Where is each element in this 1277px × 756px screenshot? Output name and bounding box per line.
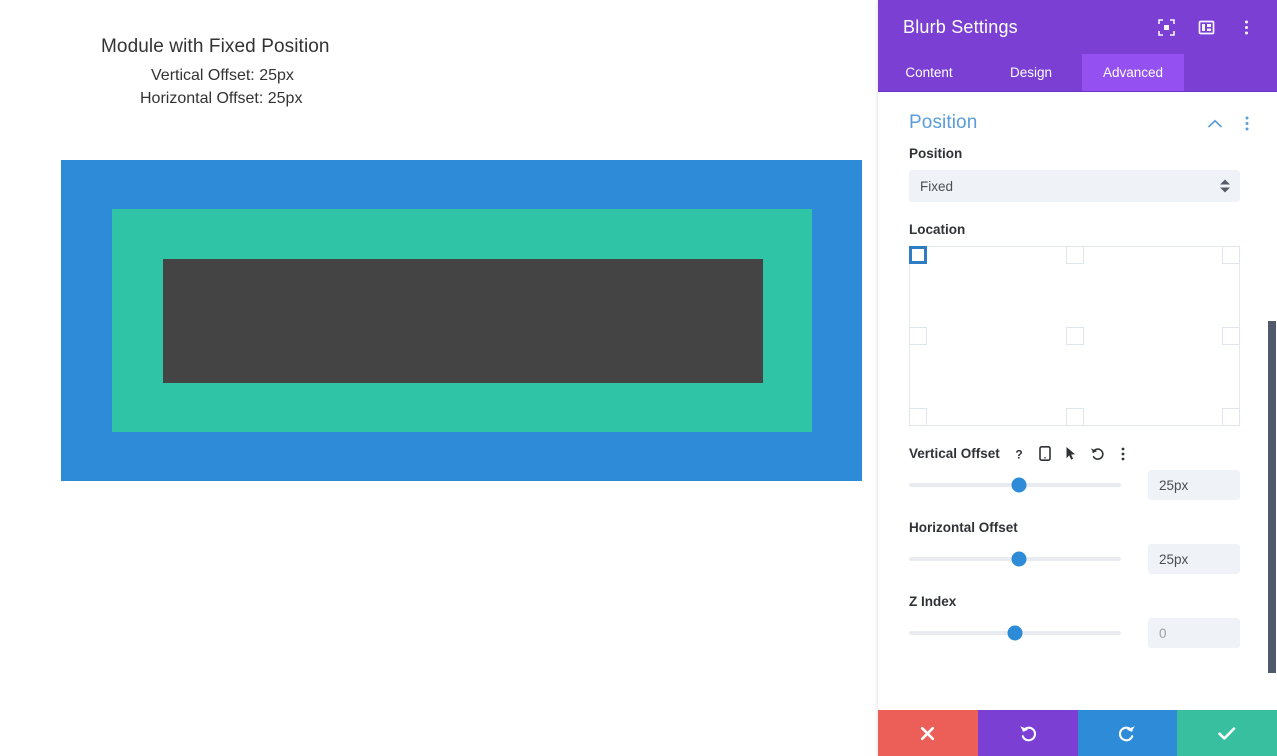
slider-track (909, 557, 1121, 561)
horizontal-offset-input[interactable]: 25px (1148, 544, 1240, 574)
preview-horizontal-offset-text: Horizontal Offset: 25px (140, 90, 302, 108)
panel-title: Blurb Settings (903, 17, 1157, 38)
layout-icon[interactable] (1197, 18, 1215, 36)
app-screen: Module with Fixed Position Vertical Offs… (0, 0, 1277, 756)
cancel-button[interactable] (878, 710, 978, 756)
location-cell-bottom-right[interactable] (1222, 408, 1240, 426)
location-cell-bottom-left[interactable] (909, 408, 927, 426)
position-label: Position (909, 146, 1240, 161)
horizontal-offset-label-text: Horizontal Offset (909, 520, 1018, 535)
z-index-label-text: Z Index (909, 594, 956, 609)
tab-design[interactable]: Design (980, 54, 1082, 91)
page-title: Module with Fixed Position (101, 36, 330, 58)
preview-middle-row[interactable] (112, 209, 812, 432)
z-index-slider[interactable] (909, 621, 1121, 645)
section-controls (1207, 115, 1255, 131)
settings-panel: Blurb Settings (878, 0, 1277, 756)
focus-icon[interactable] (1157, 18, 1175, 36)
chevron-up-icon[interactable] (1207, 115, 1223, 131)
redo-icon (1117, 723, 1137, 743)
field-position: Position Fixed (878, 146, 1277, 202)
close-icon (919, 725, 936, 742)
more-options-icon[interactable] (1116, 446, 1131, 461)
position-section-header: Position (878, 92, 1277, 146)
location-cell-middle-left[interactable] (909, 327, 927, 345)
horizontal-offset-slider-row: 25px (909, 544, 1240, 574)
undo-icon (1018, 723, 1038, 743)
redo-button[interactable] (1078, 710, 1178, 756)
location-cell-middle-right[interactable] (1222, 327, 1240, 345)
field-vertical-offset: Vertical Offset ? (878, 446, 1277, 500)
slider-thumb[interactable] (1008, 626, 1023, 641)
more-options-icon[interactable] (1237, 18, 1255, 36)
vertical-offset-slider[interactable] (909, 473, 1121, 497)
field-z-index: Z Index 0 (878, 594, 1277, 648)
field-location: Location (878, 222, 1277, 426)
section-title: Position (909, 112, 1207, 134)
panel-footer-actions (878, 710, 1277, 756)
horizontal-offset-label: Horizontal Offset (909, 520, 1240, 535)
slider-thumb[interactable] (1012, 478, 1027, 493)
position-select[interactable]: Fixed (909, 170, 1240, 202)
settings-body: Position (878, 92, 1277, 710)
z-index-label: Z Index (909, 594, 1240, 609)
location-cell-top-center[interactable] (1066, 246, 1084, 264)
section-more-options-icon[interactable] (1239, 115, 1255, 131)
slider-track (909, 483, 1121, 487)
reset-icon[interactable] (1090, 446, 1105, 461)
location-cell-top-right[interactable] (1222, 246, 1240, 264)
preview-blurb-module[interactable] (163, 259, 763, 383)
position-select-value: Fixed (920, 179, 953, 194)
location-grid[interactable] (909, 246, 1240, 426)
location-label: Location (909, 222, 1240, 237)
vertical-offset-input[interactable]: 25px (1148, 470, 1240, 500)
position-label-text: Position (909, 146, 962, 161)
z-index-input[interactable]: 0 (1148, 618, 1240, 648)
vertical-offset-label-text: Vertical Offset (909, 446, 1000, 461)
tab-content[interactable]: Content (878, 54, 980, 91)
responsive-mobile-icon[interactable] (1038, 446, 1053, 461)
vertical-offset-label: Vertical Offset ? (909, 446, 1240, 461)
checkmark-icon (1217, 725, 1237, 742)
slider-track (909, 631, 1121, 635)
location-cell-top-left[interactable] (909, 246, 927, 264)
horizontal-offset-slider[interactable] (909, 547, 1121, 571)
undo-button[interactable] (978, 710, 1078, 756)
tab-advanced[interactable]: Advanced (1082, 54, 1184, 91)
save-button[interactable] (1177, 710, 1277, 756)
vertical-offset-label-icons: ? (1012, 446, 1131, 461)
slider-thumb[interactable] (1012, 552, 1027, 567)
page-preview-canvas: Module with Fixed Position Vertical Offs… (0, 0, 878, 756)
panel-header-actions (1157, 18, 1255, 36)
preview-vertical-offset-text: Vertical Offset: 25px (151, 67, 294, 85)
location-label-text: Location (909, 222, 965, 237)
hover-cursor-icon[interactable] (1064, 446, 1079, 461)
svg-text:?: ? (1016, 447, 1023, 461)
location-cell-bottom-center[interactable] (1066, 408, 1084, 426)
vertical-offset-slider-row: 25px (909, 470, 1240, 500)
position-select-wrap: Fixed (909, 170, 1240, 202)
location-cell-center[interactable] (1066, 327, 1084, 345)
help-icon[interactable]: ? (1012, 446, 1027, 461)
settings-scroll-content: Position (878, 92, 1277, 688)
panel-scrollbar-thumb[interactable] (1268, 321, 1276, 673)
preview-outer-section[interactable] (61, 160, 862, 481)
field-horizontal-offset: Horizontal Offset 25px (878, 520, 1277, 574)
z-index-slider-row: 0 (909, 618, 1240, 648)
panel-header: Blurb Settings (878, 0, 1277, 54)
settings-tabs: Content Design Advanced (878, 54, 1277, 92)
